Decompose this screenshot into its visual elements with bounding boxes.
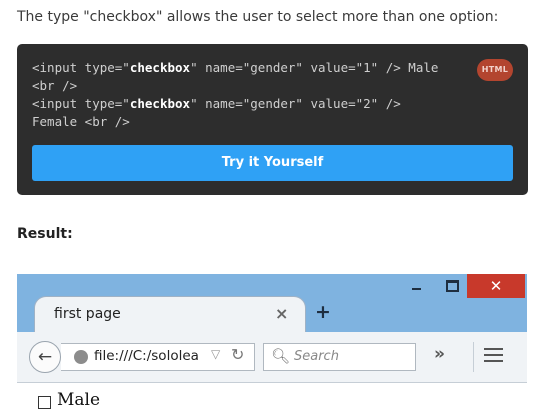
back-button[interactable]: ← bbox=[29, 341, 61, 373]
overflow-button[interactable]: » bbox=[434, 344, 445, 364]
intro-text: The type "checkbox" allows the user to s… bbox=[17, 9, 499, 25]
code-line: <br /> bbox=[32, 77, 452, 95]
code-line: <input type="checkbox" name="gender" val… bbox=[32, 59, 452, 77]
result-label: Result: bbox=[17, 226, 73, 242]
male-checkbox[interactable] bbox=[38, 396, 51, 409]
tab-title: first page bbox=[54, 306, 121, 322]
globe-icon bbox=[74, 350, 88, 364]
history-dropdown-icon[interactable]: ▽ bbox=[211, 347, 220, 361]
search-placeholder: Search bbox=[294, 349, 339, 364]
male-label: Male bbox=[57, 390, 101, 410]
reload-icon[interactable]: ↻ bbox=[231, 345, 244, 364]
close-window-button[interactable]: ✕ bbox=[467, 274, 525, 298]
back-arrow-icon: ← bbox=[37, 347, 53, 367]
toolbar-divider bbox=[473, 342, 474, 372]
url-text: file:///C:/sololea bbox=[94, 348, 199, 364]
code-text: " name="gender" value="1" /> Male bbox=[190, 60, 439, 75]
code-text: Female <br /> bbox=[32, 114, 130, 129]
search-input[interactable]: 🔍︎ Search bbox=[263, 343, 416, 371]
tab-close-icon[interactable]: × bbox=[275, 304, 288, 323]
code-text: " name="gender" value="2" /> bbox=[190, 96, 401, 111]
new-tab-button[interactable]: + bbox=[315, 301, 331, 323]
maximize-icon[interactable] bbox=[438, 274, 464, 298]
code-block: <input type="checkbox" name="gender" val… bbox=[17, 44, 528, 195]
code-line: Female <br /> bbox=[32, 113, 452, 131]
code-text: <input type=" bbox=[32, 60, 130, 75]
minimize-icon[interactable] bbox=[404, 274, 430, 298]
navigation-bar: ← file:///C:/sololea ▽ ↻ 🔍︎ Search » bbox=[17, 332, 527, 383]
browser-window: ✕ first page × + ← file:///C:/sololea ▽ … bbox=[17, 274, 527, 417]
code-content: <input type="checkbox" name="gender" val… bbox=[32, 59, 452, 131]
code-text: <input type=" bbox=[32, 96, 130, 111]
code-keyword: checkbox bbox=[129, 96, 191, 111]
url-bar[interactable]: file:///C:/sololea ▽ ↻ bbox=[61, 343, 255, 371]
try-it-yourself-button[interactable]: Try it Yourself bbox=[32, 145, 513, 181]
search-icon: 🔍︎ bbox=[271, 347, 291, 365]
browser-tab[interactable]: first page × bbox=[34, 296, 306, 333]
language-badge: HTML bbox=[477, 59, 513, 81]
hamburger-menu-icon[interactable] bbox=[484, 348, 503, 366]
code-keyword: checkbox bbox=[129, 60, 191, 75]
code-line: <input type="checkbox" name="gender" val… bbox=[32, 95, 452, 113]
page-content: Male bbox=[17, 383, 527, 417]
code-text: <br /> bbox=[32, 78, 78, 93]
